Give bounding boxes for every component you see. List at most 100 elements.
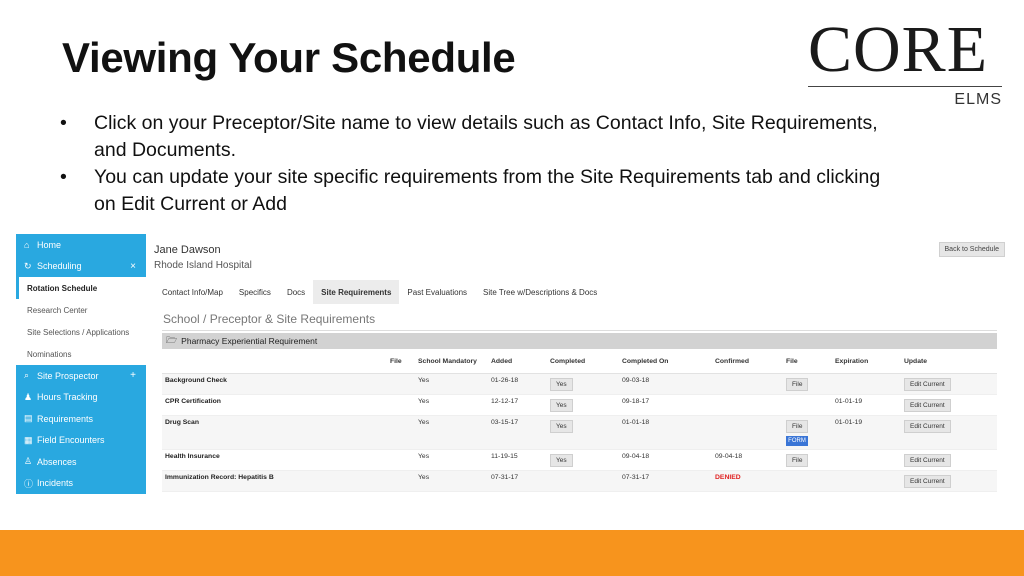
- mandatory-cell: Yes: [415, 394, 488, 416]
- panel-title: School / Preceptor & Site Requirements: [163, 312, 376, 326]
- collapse-icon[interactable]: ×: [130, 261, 136, 272]
- completed-button[interactable]: Yes: [550, 398, 573, 412]
- added-date: 03-15-17: [488, 415, 547, 450]
- update-cell: Edit Current: [901, 415, 997, 450]
- sidebar-item-label: Research Center: [27, 305, 88, 315]
- file-actions-cell: File: [783, 449, 832, 471]
- completed-button[interactable]: Yes: [550, 453, 573, 467]
- users-icon: ♟: [24, 391, 33, 402]
- site-name[interactable]: Rhode Island Hospital: [154, 260, 252, 271]
- sidebar-item-hours-tracking[interactable]: ♟ Hours Tracking: [16, 386, 146, 408]
- sidebar-item-label: Site Prospector: [37, 370, 99, 381]
- file-actions-cell: [783, 394, 832, 416]
- sidebar-item-label: Field Encounters: [37, 435, 105, 446]
- tab-contact-info-map[interactable]: Contact Info/Map: [154, 280, 231, 304]
- edit-current-button[interactable]: Edit Current: [904, 419, 951, 433]
- expiration-date: [832, 373, 901, 395]
- bullet-list: Click on your Preceptor/Site name to vie…: [58, 110, 898, 218]
- completed-cell: Yes: [547, 415, 619, 450]
- user-minus-icon: ♙: [24, 456, 33, 467]
- denied-status: DENIED: [715, 473, 741, 481]
- logo-sub-text: ELMS: [954, 91, 1002, 108]
- bullet-item: Click on your Preceptor/Site name to vie…: [58, 110, 898, 164]
- column-header: Completed On: [619, 351, 712, 374]
- confirmed-cell: 09-04-18: [712, 449, 783, 471]
- sidebar-item-site-selections-applications[interactable]: Site Selections / Applications: [16, 321, 146, 343]
- confirmed-cell: [712, 394, 783, 416]
- sidebar-item-incidents[interactable]: ⓘ Incidents: [16, 472, 146, 494]
- main-content: Jane Dawson Rhode Island Hospital Back t…: [154, 234, 1008, 496]
- expiration-date: 01-01-19: [832, 415, 901, 450]
- tab-specifics[interactable]: Specifics: [231, 280, 279, 304]
- sidebar-item-label: Site Selections / Applications: [27, 327, 130, 337]
- sidebar-item-field-encounters[interactable]: ▦ Field Encounters: [16, 429, 146, 451]
- column-header: Completed: [547, 351, 619, 374]
- sidebar-item-site-prospector[interactable]: ⌕ Site Prospector +: [16, 365, 146, 387]
- tab-docs[interactable]: Docs: [279, 280, 313, 304]
- confirmed-date: 09-04-18: [715, 452, 743, 460]
- tab-bar: Contact Info/Map Specifics Docs Site Requir…: [154, 280, 605, 304]
- info-icon: ⓘ: [24, 478, 34, 489]
- clipboard-icon: ▤: [24, 413, 33, 424]
- sidebar-item-label: Requirements: [37, 413, 94, 424]
- table-row: Health Insurance Yes 11-19-15 Yes 09-04-18 09…: [162, 449, 997, 471]
- requirement-name: Health Insurance: [162, 449, 387, 471]
- update-cell: Edit Current: [901, 470, 997, 492]
- table-body: Background Check Yes 01-26-18 Yes 09-03-18 Fi…: [162, 373, 997, 492]
- table-row: CPR Certification Yes 12-12-17 Yes 09-18-17 0…: [162, 394, 997, 416]
- folder-open-icon: 🗁: [166, 335, 178, 345]
- file-cell: [387, 470, 415, 492]
- home-icon: ⌂: [24, 239, 30, 250]
- update-cell: Edit Current: [901, 394, 997, 416]
- completed-button[interactable]: Yes: [550, 419, 573, 433]
- file-button[interactable]: File: [786, 419, 809, 433]
- completed-button[interactable]: Yes: [550, 377, 573, 391]
- sidebar-item-requirements[interactable]: ▤ Requirements: [16, 408, 146, 430]
- footer-accent-band: [0, 530, 1024, 576]
- form-button[interactable]: FORM: [786, 435, 808, 446]
- table-row: Immunization Record: Hepatitis B Yes 07-31…: [162, 470, 997, 492]
- confirmed-cell: DENIED: [712, 470, 783, 492]
- sidebar-item-label: Hours Tracking: [37, 392, 98, 403]
- tab-site-requirements[interactable]: Site Requirements: [313, 280, 400, 304]
- back-to-schedule-button[interactable]: Back to Schedule: [938, 242, 1005, 257]
- slide-title: Viewing Your Schedule: [62, 34, 516, 81]
- sidebar-item-nominations[interactable]: Nominations: [16, 343, 146, 365]
- file-button[interactable]: File: [786, 377, 809, 391]
- sidebar-item-home[interactable]: ⌂ Home: [16, 234, 146, 256]
- sidebar-item-scheduling[interactable]: ↻ Scheduling ×: [16, 255, 146, 277]
- sidebar-item-research-center[interactable]: Research Center: [16, 299, 146, 321]
- tab-past-evaluations[interactable]: Past Evaluations: [399, 280, 475, 304]
- sidebar-item-absences[interactable]: ♙ Absences: [16, 451, 146, 473]
- section-header[interactable]: 🗁 Pharmacy Experiential Requirement: [162, 333, 997, 349]
- sidebar-item-label: Absences: [37, 456, 77, 467]
- column-header: Expiration: [832, 351, 901, 374]
- edit-current-button[interactable]: Edit Current: [904, 398, 951, 412]
- edit-current-button[interactable]: Edit Current: [904, 453, 951, 467]
- file-cell: [387, 394, 415, 416]
- file-button[interactable]: File: [786, 453, 809, 467]
- table-row: Drug Scan Yes 03-15-17 Yes 01-01-18 File FORM 0…: [162, 415, 997, 450]
- column-header: File: [387, 351, 415, 374]
- sidebar-item-label: Nominations: [27, 349, 72, 359]
- sidebar-nav: ⌂ Home ↻ Scheduling × Rotation Schedule Resear…: [16, 234, 146, 496]
- preceptor-name[interactable]: Jane Dawson: [154, 244, 221, 256]
- added-date: 01-26-18: [488, 373, 547, 395]
- requirement-name: Background Check: [162, 373, 387, 395]
- requirements-table: File School Mandatory Added Completed Comple…: [162, 351, 997, 492]
- bullet-item: You can update your site specific requir…: [58, 164, 898, 218]
- expand-icon[interactable]: +: [130, 370, 136, 381]
- edit-current-button[interactable]: Edit Current: [904, 377, 951, 391]
- column-header: Added: [488, 351, 547, 374]
- edit-current-button[interactable]: Edit Current: [904, 474, 951, 488]
- panel-divider: [162, 330, 997, 331]
- list-icon: ▦: [24, 434, 33, 445]
- column-header: Update: [901, 351, 997, 374]
- requirement-name: CPR Certification: [162, 394, 387, 416]
- mandatory-cell: Yes: [415, 449, 488, 471]
- tab-site-tree-w-descriptions-docs[interactable]: Site Tree w/Descriptions & Docs: [475, 280, 605, 304]
- sidebar-item-rotation-schedule[interactable]: Rotation Schedule: [16, 277, 146, 299]
- confirmed-cell: [712, 373, 783, 395]
- completed-cell: Yes: [547, 394, 619, 416]
- logo-divider: [808, 86, 1002, 87]
